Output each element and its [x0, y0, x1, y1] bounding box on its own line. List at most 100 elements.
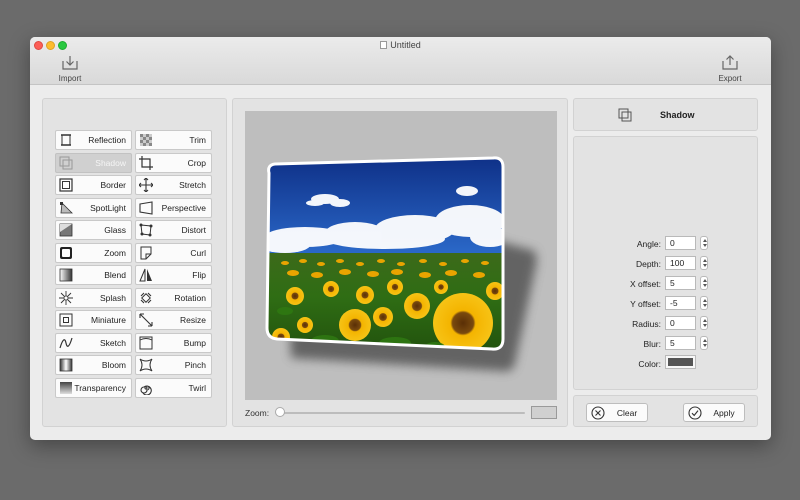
inspector-title: Shadow: [660, 110, 695, 120]
property-stepper[interactable]: [700, 316, 708, 330]
resize-icon: [139, 313, 153, 327]
effect-label: Pinch: [184, 360, 206, 370]
reflection-icon: [59, 133, 73, 147]
import-label: Import: [58, 74, 82, 83]
effects-panel: Reflection Trim Shadow Crop Border Stretch Spo…: [42, 98, 227, 427]
effect-button-splash[interactable]: Splash: [55, 287, 132, 308]
effect-label: Stretch: [179, 180, 206, 190]
bump-icon: [139, 336, 153, 350]
effect-button-pinch[interactable]: Pinch: [135, 355, 212, 375]
effect-button-perspective[interactable]: Perspective: [135, 197, 212, 218]
property-row: Depth:: [574, 256, 759, 272]
property-input[interactable]: [665, 256, 696, 270]
property-input[interactable]: [665, 296, 696, 310]
effect-label: Rotation: [174, 292, 206, 303]
effect-label: Reflection: [88, 135, 126, 145]
property-stepper[interactable]: [700, 236, 708, 250]
effect-label: Trim: [189, 135, 206, 145]
preview-image: [265, 156, 537, 372]
splash-icon: [59, 290, 73, 305]
pinch-icon: [139, 358, 153, 372]
effect-button-transparency[interactable]: Transparency: [55, 377, 132, 398]
effects-row: Glass Distort: [55, 220, 215, 240]
color-well[interactable]: [665, 355, 696, 369]
property-label: Y offset:: [630, 299, 661, 309]
effect-button-shadow[interactable]: Shadow: [55, 152, 132, 173]
clear-button[interactable]: Clear: [586, 403, 648, 422]
zoom-fit-button[interactable]: [531, 406, 557, 419]
effect-button-flip[interactable]: Flip: [135, 265, 212, 285]
transparency-icon: [59, 381, 73, 395]
zoom-slider[interactable]: [279, 412, 525, 414]
window-title-text: Untitled: [390, 40, 421, 50]
trim-icon: [139, 133, 153, 147]
perspective-icon: [139, 200, 153, 215]
effect-button-blend[interactable]: Blend: [55, 265, 132, 285]
effect-button-crop[interactable]: Crop: [135, 152, 212, 173]
effect-button-border[interactable]: Border: [55, 175, 132, 195]
effect-button-bump[interactable]: Bump: [135, 332, 212, 353]
effect-button-glass[interactable]: Glass: [55, 220, 132, 240]
effect-button-spotlight[interactable]: SpotLight: [55, 197, 132, 218]
property-input[interactable]: [665, 236, 696, 250]
properties-panel: Angle: Depth: X offset: Y offset: Radius: Blu…: [573, 136, 758, 390]
property-stepper[interactable]: [700, 296, 708, 310]
effect-button-sketch[interactable]: Sketch: [55, 332, 132, 353]
effect-label: Perspective: [161, 202, 206, 213]
effect-button-distort[interactable]: Distort: [135, 220, 212, 240]
effects-grid: Reflection Trim Shadow Crop Border Stretch Spo…: [55, 130, 215, 400]
clear-icon: [591, 405, 605, 420]
property-input[interactable]: [665, 276, 696, 290]
effect-label: Glass: [104, 225, 126, 235]
effect-label: Sketch: [100, 337, 126, 348]
miniature-icon: [59, 313, 73, 327]
effect-label: Resize: [180, 315, 206, 325]
property-label: Depth:: [635, 259, 661, 269]
export-icon: [722, 55, 738, 70]
effects-row: Blend Flip: [55, 265, 215, 285]
property-row: Blur:: [574, 336, 759, 352]
effect-button-zoom[interactable]: Zoom: [55, 242, 132, 263]
sketch-icon: [59, 336, 73, 350]
effects-row: SpotLight Perspective: [55, 197, 215, 218]
effect-button-stretch[interactable]: Stretch: [135, 175, 212, 195]
effect-label: Border: [100, 180, 126, 190]
effect-label: Bump: [183, 337, 206, 348]
effect-label: Zoom: [104, 247, 126, 258]
zoom-slider-knob[interactable]: [275, 407, 285, 417]
effect-button-curl[interactable]: Curl: [135, 242, 212, 263]
effect-button-reflection[interactable]: Reflection: [55, 130, 132, 150]
twirl-icon: [139, 381, 153, 395]
property-label: Angle:: [636, 239, 661, 249]
preview-panel: Zoom:: [232, 98, 568, 427]
effects-row: Splash Rotation: [55, 287, 215, 308]
effect-label: Transparency: [74, 382, 126, 393]
effect-button-miniature[interactable]: Miniature: [55, 310, 132, 330]
property-row: X offset:: [574, 276, 759, 292]
effect-button-resize[interactable]: Resize: [135, 310, 212, 330]
color-swatch: [668, 358, 693, 366]
effect-button-bloom[interactable]: Bloom: [55, 355, 132, 375]
property-label: Blur:: [643, 339, 661, 349]
import-button[interactable]: Import: [48, 55, 92, 83]
property-stepper[interactable]: [700, 256, 708, 270]
effect-button-trim[interactable]: Trim: [135, 130, 212, 150]
apply-label: Apply: [713, 407, 735, 418]
export-button[interactable]: Export: [708, 55, 752, 83]
effects-row: Reflection Trim: [55, 130, 215, 150]
effect-label: Miniature: [91, 315, 126, 325]
effects-row: Miniature Resize: [55, 310, 215, 330]
property-stepper[interactable]: [700, 336, 708, 350]
effect-button-twirl[interactable]: Twirl: [135, 377, 212, 398]
window-title: Untitled: [30, 40, 771, 50]
crop-icon: [139, 155, 153, 170]
effects-row: Zoom Curl: [55, 242, 215, 263]
property-stepper[interactable]: [700, 276, 708, 290]
blend-icon: [59, 268, 73, 282]
import-icon: [62, 56, 78, 70]
property-input[interactable]: [665, 316, 696, 330]
spotlight-icon: [59, 201, 73, 215]
property-input[interactable]: [665, 336, 696, 350]
effect-button-rotation[interactable]: Rotation: [135, 287, 212, 308]
apply-button[interactable]: Apply: [683, 403, 745, 422]
